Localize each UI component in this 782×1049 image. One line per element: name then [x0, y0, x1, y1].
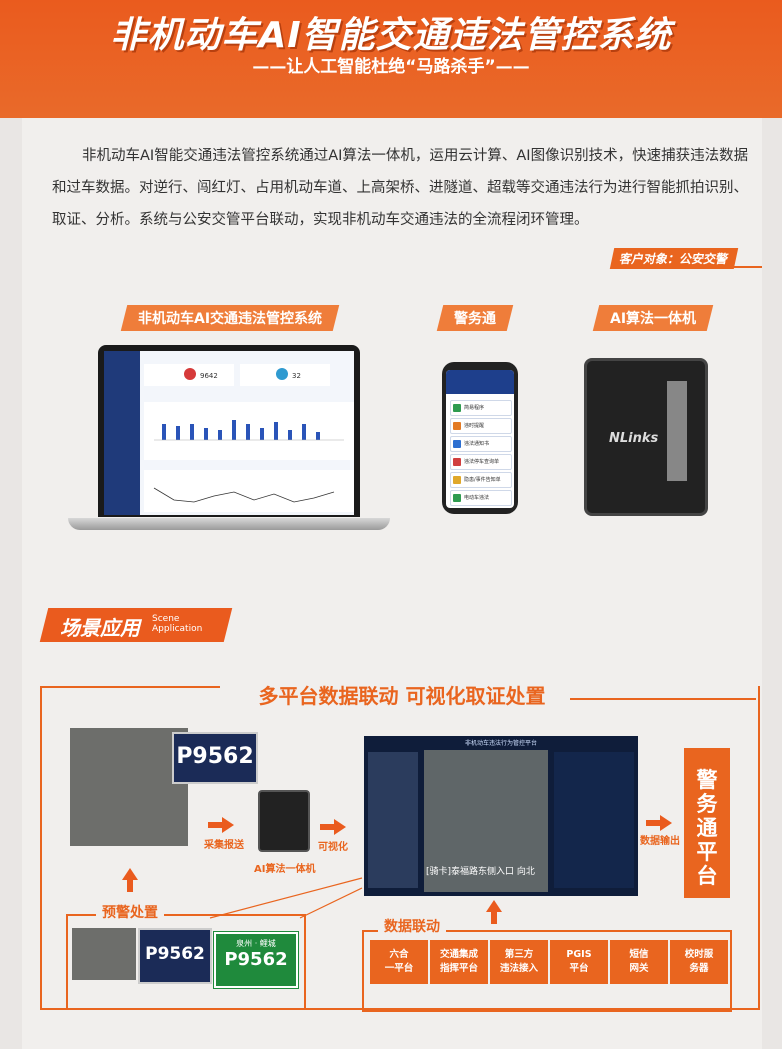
- connector-lines: [209, 877, 363, 919]
